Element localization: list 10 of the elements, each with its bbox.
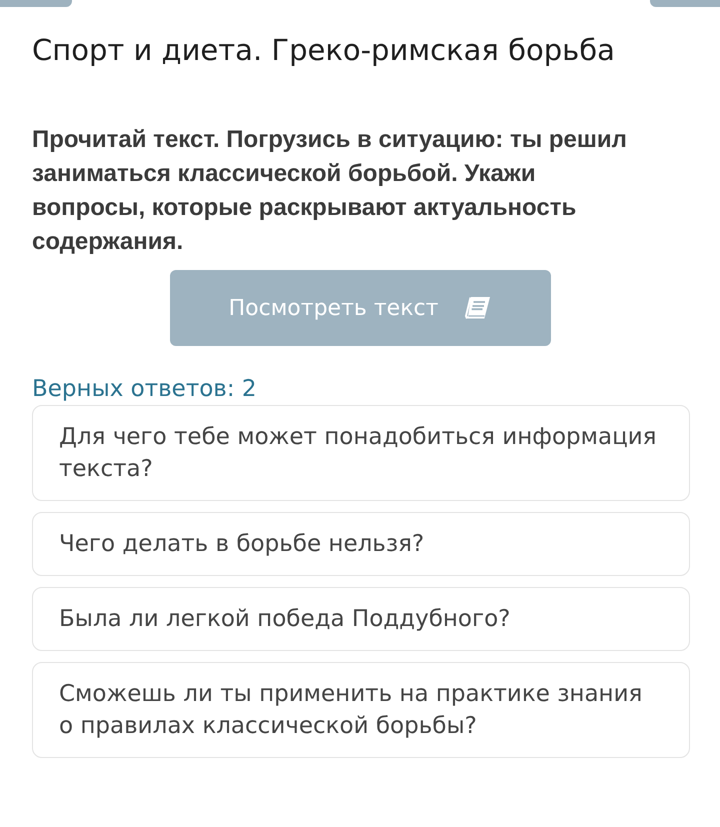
answer-option[interactable]: Сможешь ли ты применить на практике знания о правилах классической борьбы?: [32, 662, 690, 758]
answer-option[interactable]: Была ли легкой победа Поддубного?: [32, 587, 690, 651]
correct-answers-count: Верных ответов: 2: [32, 375, 257, 404]
answer-option[interactable]: Чего делать в борьбе нельзя?: [32, 512, 690, 576]
header-button[interactable]: [650, 0, 720, 7]
task-text: Прочитай текст. Погрузись в ситуацию: ты решил заниматься классической борьбой. Укажи вопросы, которые раскрывают актуальность содержания.: [32, 125, 628, 257]
header-button[interactable]: [0, 0, 72, 7]
answer-option[interactable]: Для чего тебе может понадобиться информация текста?: [32, 405, 690, 501]
page-title: Спорт и диета. Греко-римская борьба: [32, 32, 615, 68]
book-icon: [464, 296, 492, 320]
